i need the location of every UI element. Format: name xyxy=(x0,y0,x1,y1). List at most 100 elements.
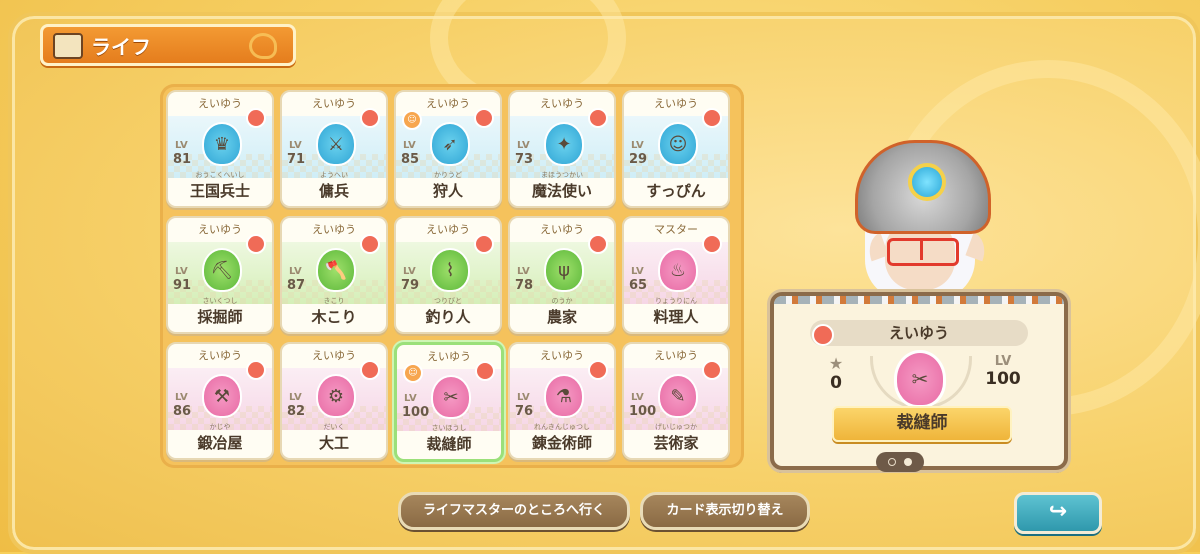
job-name: 魔法使い xyxy=(531,182,592,200)
level-label: LV xyxy=(631,140,644,151)
job-card[interactable]: マスター ♨ LV 65 りょうりにん 料理人 xyxy=(622,216,730,334)
job-card[interactable]: えいゆう ☺ ✂ LV 100 さいほうし 裁縫師 xyxy=(394,342,504,462)
saw-icon: ⚙ xyxy=(316,374,356,418)
level-label: LV xyxy=(289,392,302,403)
medal-icon xyxy=(588,108,608,128)
job-card[interactable]: えいゆう ψ LV 78 のうか 農家 xyxy=(508,216,616,334)
job-card[interactable]: えいゆう ⚒ LV 86 かじや 鍛冶屋 xyxy=(166,342,274,460)
hammer-icon: ⚒ xyxy=(202,374,242,418)
pickaxe-icon: ⛏ xyxy=(202,248,242,292)
go-to-life-master-button[interactable]: ライフマスターのところへ行く xyxy=(398,492,630,530)
level-value: 85 xyxy=(401,152,420,167)
needle-icon: ✂ xyxy=(431,375,471,419)
medal-icon xyxy=(360,234,380,254)
face-icon: ☺ xyxy=(402,110,422,130)
job-card[interactable]: えいゆう ♛ LV 81 おうこくへいし 王国兵士 xyxy=(166,90,274,208)
job-card[interactable]: えいゆう ⚙ LV 82 だいく 大工 xyxy=(280,342,388,460)
job-card[interactable]: えいゆう ☺ LV 29 すっぴん xyxy=(622,90,730,208)
level-label: LV xyxy=(403,266,416,277)
sword-icon: ⚔ xyxy=(316,122,356,166)
job-name-reading: れんきんじゅつし xyxy=(534,423,590,431)
job-name: 農家 xyxy=(546,308,577,326)
ladle-icon: ♨ xyxy=(658,248,698,292)
shield-crown-icon: ♛ xyxy=(202,122,242,166)
job-name: 傭兵 xyxy=(318,182,349,200)
wand-icon: ✦ xyxy=(544,122,584,166)
job-name: 裁縫師 xyxy=(426,435,472,453)
job-name-reading: さいほうし xyxy=(431,424,467,432)
level-value: 100 xyxy=(402,405,430,420)
job-name: 大工 xyxy=(318,434,349,452)
level-label: LV xyxy=(517,392,530,403)
job-name: 芸術家 xyxy=(653,434,699,452)
level-value: 100 xyxy=(629,404,657,419)
job-card[interactable]: えいゆう 🪓 LV 87 きこり 木こり xyxy=(280,216,388,334)
level-value: 100 xyxy=(985,369,1021,389)
level-label: LV xyxy=(403,140,416,151)
toggle-card-view-button[interactable]: カード表示切り替え xyxy=(640,492,810,530)
flask-icon: ⚗ xyxy=(544,374,584,418)
medal-icon xyxy=(702,234,722,254)
job-name-reading: かじや xyxy=(209,423,231,431)
job-card[interactable]: えいゆう ⚗ LV 76 れんきんじゅつし 錬金術師 xyxy=(508,342,616,460)
job-name-reading: さいくつし xyxy=(202,297,238,305)
character-helmet xyxy=(855,140,991,234)
page-dot[interactable] xyxy=(888,458,896,466)
level-label: LV xyxy=(175,140,188,151)
job-name: 狩人 xyxy=(432,182,463,200)
level-label: LV xyxy=(631,266,644,277)
level-label: LV xyxy=(517,266,530,277)
axe-icon: 🪓 xyxy=(316,248,356,292)
pitchfork-icon: ψ xyxy=(544,248,584,292)
job-name: 王国兵士 xyxy=(189,182,250,200)
job-card[interactable]: えいゆう ⛏ LV 91 さいくつし 採掘師 xyxy=(166,216,274,334)
medal-icon xyxy=(812,324,834,346)
medal-icon xyxy=(246,108,266,128)
star-icon: ★ xyxy=(828,354,844,373)
job-card[interactable]: えいゆう ✦ LV 73 まほうつかい 魔法使い xyxy=(508,90,616,208)
job-card-grid: えいゆう ♛ LV 81 おうこくへいし 王国兵士 えいゆう ⚔ LV 71 ようへい 傭兵 えいゆう ☺… xyxy=(160,84,744,468)
player-character xyxy=(845,140,995,310)
page-indicator[interactable] xyxy=(876,452,924,472)
job-name-reading: おうこくへいし xyxy=(195,171,245,179)
job-card[interactable]: えいゆう ☺ ➶ LV 85 かりうど 狩人 xyxy=(394,90,502,208)
medal-icon xyxy=(588,360,608,380)
needle-icon: ✂ xyxy=(894,350,946,408)
medal-icon xyxy=(702,108,722,128)
level-label: LV xyxy=(517,140,530,151)
job-name: 釣り人 xyxy=(425,308,471,326)
level-value: 91 xyxy=(173,278,192,293)
level-value: 65 xyxy=(629,278,648,293)
title-banner: ライフ xyxy=(40,24,296,66)
info-rank: えいゆう xyxy=(810,320,1028,346)
page-dot-active[interactable] xyxy=(904,458,912,466)
job-card[interactable]: えいゆう ⌇ LV 79 つりびと 釣り人 xyxy=(394,216,502,334)
job-name-reading: げいじゅつか xyxy=(655,423,697,431)
medal-icon xyxy=(588,234,608,254)
job-info-card: えいゆう ★ 0 ✂ LV 100 裁縫師 xyxy=(770,292,1068,470)
job-name-reading: のうか xyxy=(551,297,573,305)
level-value: 73 xyxy=(515,152,534,167)
level-label: LV xyxy=(289,140,302,151)
job-name-reading: りょうりにん xyxy=(655,297,697,305)
helmet-gem xyxy=(908,163,946,201)
job-card[interactable]: えいゆう ✎ LV 100 げいじゅつか 芸術家 xyxy=(622,342,730,460)
level-label: LV xyxy=(289,266,302,277)
level-value: 29 xyxy=(629,152,648,167)
job-name: 鍛冶屋 xyxy=(197,434,243,452)
job-name: 木こり xyxy=(311,308,357,326)
medal-icon xyxy=(474,234,494,254)
game-screen: ライフ えいゆう ♛ LV 81 おうこくへいし 王国兵士 えいゆう ⚔ LV 71 ようへい 傭兵え… xyxy=(0,0,1200,554)
job-name-reading: ようへい xyxy=(320,171,348,179)
job-card[interactable]: えいゆう ⚔ LV 71 ようへい 傭兵 xyxy=(280,90,388,208)
page-title: ライフ xyxy=(91,35,151,59)
job-name-reading: きこり xyxy=(323,297,345,305)
person-icon: ☺ xyxy=(658,122,698,166)
medal-icon xyxy=(246,234,266,254)
level-value: 81 xyxy=(173,152,192,167)
level-label: LV xyxy=(404,393,417,404)
info-job-name: 裁縫師 xyxy=(832,406,1012,442)
back-button[interactable]: ↪ xyxy=(1014,492,1102,534)
level-label: LV xyxy=(631,392,644,403)
medal-icon xyxy=(474,108,494,128)
